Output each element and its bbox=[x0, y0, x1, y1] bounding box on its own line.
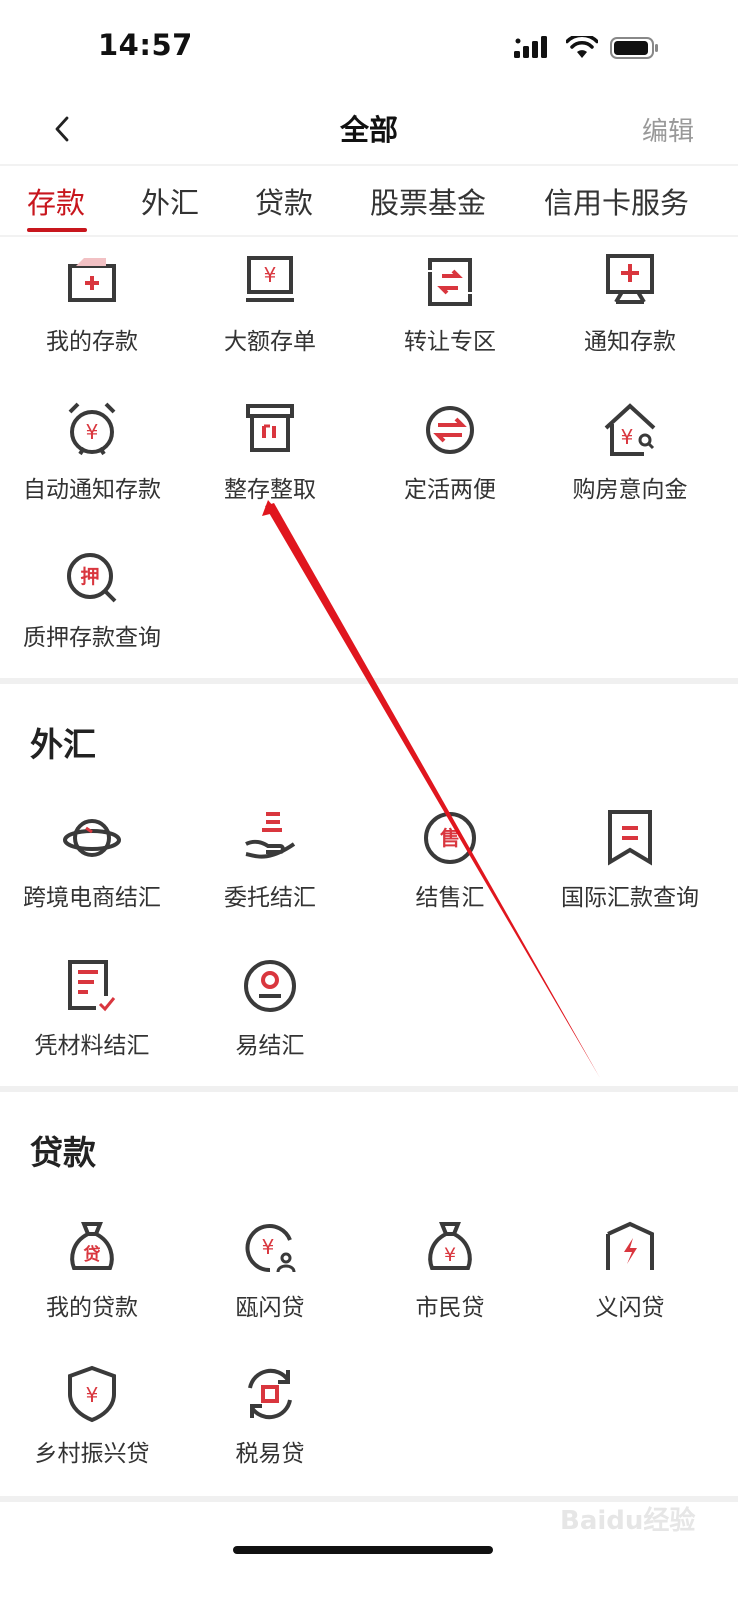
exchange-arrows-icon bbox=[426, 406, 474, 454]
grid-item-flexible-deposit[interactable]: 定活两便 bbox=[358, 400, 542, 520]
refresh-circle-icon bbox=[248, 1368, 292, 1420]
planet-icon bbox=[63, 819, 121, 857]
svg-text:¥: ¥ bbox=[264, 263, 277, 287]
monitor-yuan-icon: ¥ bbox=[246, 256, 294, 302]
grid-item-label: 大额存单 bbox=[224, 329, 316, 355]
grid-item-house-intent-deposit[interactable]: ¥ 购房意向金 bbox=[538, 400, 722, 520]
grid-item-yi-flash-loan[interactable]: 义闪贷 bbox=[538, 1218, 722, 1338]
tab-loan[interactable]: 贷款 bbox=[255, 180, 313, 222]
chevron-left-icon bbox=[55, 116, 69, 142]
user-circle-icon bbox=[244, 960, 296, 1012]
grid-item-label: 转让专区 bbox=[404, 329, 496, 355]
svg-text:售: 售 bbox=[440, 826, 460, 850]
grid-item-label: 市民贷 bbox=[415, 1295, 485, 1321]
back-button[interactable] bbox=[44, 111, 80, 147]
grid-item-easy-settlement[interactable]: 易结汇 bbox=[178, 956, 362, 1076]
home-indicator[interactable] bbox=[233, 1546, 493, 1554]
grid-item-label: 结售汇 bbox=[415, 885, 485, 911]
alarm-yuan-icon: ¥ bbox=[68, 402, 116, 456]
grid-item-my-deposit[interactable]: 我的存款 bbox=[0, 252, 184, 372]
grid-item-my-loans[interactable]: 贷 我的贷款 bbox=[0, 1218, 184, 1338]
grid-item-label: 购房意向金 bbox=[572, 477, 688, 503]
baidu-watermark: Baidu经验 bbox=[560, 1506, 696, 1536]
svg-text:押: 押 bbox=[80, 565, 99, 588]
grid-item-large-deposit[interactable]: ¥ 大额存单 bbox=[178, 252, 362, 372]
nav-bar: 全部 编辑 bbox=[0, 95, 738, 165]
grid-item-label: 质押存款查询 bbox=[23, 625, 161, 651]
grid-item-auto-notice-deposit[interactable]: ¥ 自动通知存款 bbox=[0, 400, 184, 520]
grid-item-intl-remittance-query[interactable]: 国际汇款查询 bbox=[538, 808, 722, 928]
grid-item-label: 通知存款 bbox=[584, 329, 676, 355]
section-title-forex: 外汇 bbox=[30, 725, 96, 764]
grid-item-label: 我的存款 bbox=[46, 329, 138, 355]
battery-icon bbox=[610, 37, 658, 59]
yuan-user-icon: ¥ bbox=[245, 1224, 296, 1273]
tabs-divider bbox=[0, 235, 738, 237]
svg-text:¥: ¥ bbox=[86, 420, 99, 444]
grid-item-entrusted-settlement[interactable]: 委托结汇 bbox=[178, 808, 362, 928]
grid-item-label: 国际汇款查询 bbox=[561, 885, 699, 911]
grid-item-lump-sum-deposit[interactable]: 整存整取 bbox=[178, 400, 362, 520]
house-yuan-icon: ¥ bbox=[604, 403, 656, 456]
status-time: 14:57 bbox=[98, 28, 193, 62]
edit-button[interactable]: 编辑 bbox=[642, 111, 694, 148]
status-bar: 14:57 bbox=[0, 0, 738, 95]
grid-item-transfer-zone[interactable]: 转让专区 bbox=[358, 252, 542, 372]
grid-item-label: 义闪贷 bbox=[595, 1295, 665, 1321]
status-icons bbox=[514, 36, 660, 60]
bookmark-icon bbox=[608, 810, 652, 866]
card-plus-icon bbox=[68, 258, 116, 302]
grid-item-ou-flash-loan[interactable]: ¥ 瓯闪贷 bbox=[178, 1218, 362, 1338]
cellular-signal-icon bbox=[514, 36, 547, 58]
page-title: 全部 bbox=[339, 113, 398, 147]
active-tab-indicator bbox=[27, 228, 87, 232]
svg-text:贷: 贷 bbox=[84, 1244, 101, 1265]
grid-item-cross-border-ecommerce[interactable]: 跨境电商结汇 bbox=[0, 808, 184, 928]
grid-item-label: 我的贷款 bbox=[46, 1295, 138, 1321]
grid-item-label: 易结汇 bbox=[235, 1033, 305, 1059]
tab-stock-fund[interactable]: 股票基金 bbox=[370, 180, 486, 222]
money-bag-yuan-icon: ¥ bbox=[428, 1222, 472, 1270]
grid-item-forex-settlement-sale[interactable]: 售 结售汇 bbox=[358, 808, 542, 928]
grid-item-tax-easy-loan[interactable]: 税易贷 bbox=[178, 1364, 362, 1484]
grid-item-citizen-loan[interactable]: ¥ 市民贷 bbox=[358, 1218, 542, 1338]
sell-circle-icon: 售 bbox=[424, 812, 476, 864]
grid-item-label: 瓯闪贷 bbox=[235, 1295, 305, 1321]
shield-yuan-icon: ¥ bbox=[68, 1365, 116, 1423]
grid-item-label: 乡村振兴贷 bbox=[34, 1441, 150, 1467]
svg-text:¥: ¥ bbox=[444, 1244, 456, 1266]
grid-item-rural-revitalization-loan[interactable]: ¥ 乡村振兴贷 bbox=[0, 1364, 184, 1484]
transfer-swap-icon bbox=[428, 258, 472, 306]
tab-credit-card[interactable]: 信用卡服务 bbox=[544, 180, 689, 222]
pledge-search-icon: 押 bbox=[67, 553, 117, 603]
svg-text:¥: ¥ bbox=[262, 1235, 275, 1259]
grid-item-label: 跨境电商结汇 bbox=[23, 885, 161, 911]
hand-coins-icon bbox=[245, 812, 296, 859]
house-lightning-icon bbox=[606, 1221, 654, 1270]
category-tabs: 存款 外汇 贷款 股票基金 信用卡服务 bbox=[0, 168, 738, 236]
grid-item-label: 定活两便 bbox=[404, 477, 496, 503]
grid-item-document-based-settlement[interactable]: 凭材料结汇 bbox=[0, 956, 184, 1076]
section-divider bbox=[0, 1086, 738, 1092]
wifi-icon bbox=[566, 36, 598, 58]
annotation-arrow-icon bbox=[262, 500, 600, 1078]
tab-deposit[interactable]: 存款 bbox=[27, 180, 85, 222]
nav-divider bbox=[0, 164, 738, 166]
section-divider bbox=[0, 678, 738, 684]
grid-item-label: 凭材料结汇 bbox=[34, 1033, 150, 1059]
grid-item-notice-deposit[interactable]: 通知存款 bbox=[538, 252, 722, 372]
grid-item-label: 税易贷 bbox=[235, 1441, 305, 1467]
box-icon bbox=[246, 404, 294, 452]
money-bag-loan-icon: 贷 bbox=[70, 1222, 114, 1270]
document-check-icon bbox=[68, 960, 116, 1012]
grid-item-pledge-deposit-query[interactable]: 押 质押存款查询 bbox=[0, 548, 184, 668]
grid-item-label: 委托结汇 bbox=[224, 885, 316, 911]
board-plus-icon bbox=[606, 254, 654, 304]
grid-item-label: 整存整取 bbox=[224, 477, 316, 503]
section-title-loan: 贷款 bbox=[30, 1133, 96, 1172]
svg-text:¥: ¥ bbox=[621, 425, 634, 449]
svg-text:¥: ¥ bbox=[86, 1383, 99, 1407]
tab-forex[interactable]: 外汇 bbox=[141, 180, 199, 222]
grid-item-label: 自动通知存款 bbox=[23, 477, 161, 503]
